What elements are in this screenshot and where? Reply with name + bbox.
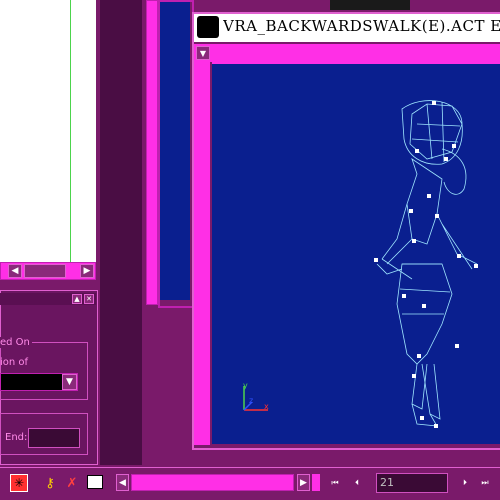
panel-close-button[interactable]: ✕	[84, 294, 94, 304]
left-preview-panel	[0, 0, 96, 262]
goto-start-button[interactable]: ⏮	[328, 474, 342, 491]
field-label: ion of	[0, 357, 29, 368]
axis-y-label: y	[243, 381, 248, 390]
end-label: End:	[5, 432, 28, 443]
axis-x-label: x	[264, 402, 269, 411]
scroll-left-button[interactable]: ◀	[8, 264, 22, 278]
top-logo-strip	[330, 0, 410, 10]
timeline-scroll-right[interactable]: ▶	[297, 474, 310, 491]
record-icon[interactable]: ✳	[10, 474, 28, 492]
prev-frame-button[interactable]: ⏴	[350, 474, 364, 491]
goto-end-button[interactable]: ⏭	[478, 474, 492, 491]
dropdown-arrow-icon[interactable]: ▼	[196, 46, 210, 60]
viewport-menubar	[194, 44, 500, 62]
viewport-left-gutter	[194, 62, 210, 445]
dropdown-label: ed On	[0, 337, 32, 348]
app-icon	[197, 16, 219, 38]
divider-dark	[100, 0, 142, 465]
scroll-thumb[interactable]	[24, 264, 66, 278]
behind-viewport-frame	[158, 0, 194, 308]
green-guide-line	[70, 0, 71, 262]
timeline-track-end	[312, 474, 320, 491]
next-frame-button[interactable]: ⏵	[458, 474, 472, 491]
scroll-right-button[interactable]: ▶	[80, 264, 94, 278]
panel-group-box	[0, 342, 88, 400]
delete-key-icon[interactable]: ✗	[63, 474, 81, 492]
end-input[interactable]	[28, 428, 80, 448]
axis-z-label: z	[249, 396, 254, 405]
dropdown-arrow-icon[interactable]: ▼	[62, 374, 77, 390]
viewport-title: VRA_BACKWARDSWALK(E).ACT EBIRDS EYE	[223, 17, 500, 35]
frame-input[interactable]: 21	[376, 473, 448, 493]
vertical-splitter[interactable]	[146, 0, 158, 305]
key-icon[interactable]: ⚷	[41, 474, 59, 492]
panel-minimize-button[interactable]: ▲	[72, 294, 82, 304]
timeline-scroll-left[interactable]: ◀	[116, 474, 129, 491]
film-icon[interactable]	[87, 475, 103, 489]
timeline-slider[interactable]	[131, 474, 294, 491]
